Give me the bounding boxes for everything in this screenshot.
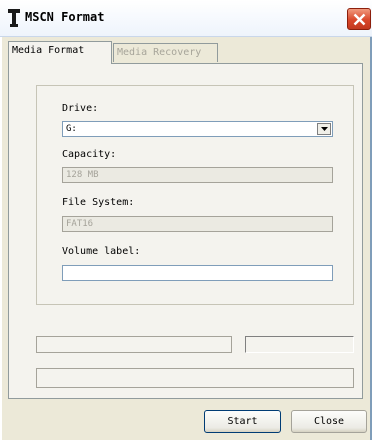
drive-label: Drive: [62, 103, 99, 114]
progress-bar [36, 336, 232, 353]
tab-media-format-label: Media Format [12, 45, 85, 56]
status-message-bar [36, 368, 354, 388]
tab-media-recovery-label: Media Recovery [117, 47, 202, 58]
format-dialog: MSCN Format Media Format Media Recovery … [0, 0, 372, 440]
tab-media-recovery[interactable]: Media Recovery [113, 43, 218, 62]
volume-label-input[interactable] [62, 265, 333, 281]
capacity-label: Capacity: [62, 149, 117, 160]
status-field [245, 336, 354, 353]
title-bar[interactable]: MSCN Format [0, 0, 372, 37]
tool-icon [8, 9, 20, 27]
start-button[interactable]: Start [204, 410, 281, 433]
filesystem-field: FAT16 [62, 216, 333, 232]
drive-select-value: G: [66, 124, 77, 134]
drive-select[interactable]: G: [62, 121, 333, 137]
chevron-down-icon [321, 127, 328, 131]
filesystem-label: File System: [62, 197, 135, 208]
window-border-left [0, 37, 2, 440]
close-window-button[interactable] [347, 8, 371, 30]
start-button-label: Start [227, 416, 258, 427]
close-button-label: Close [313, 416, 345, 427]
tab-media-format[interactable]: Media Format [8, 41, 112, 64]
dropdown-button[interactable] [317, 123, 331, 135]
filesystem-value: FAT16 [66, 219, 94, 229]
window-title: MSCN Format [25, 10, 105, 24]
volume-label-label: Volume label: [62, 246, 141, 257]
close-button[interactable]: Close [291, 410, 367, 433]
close-icon [353, 13, 366, 26]
capacity-value: 128 MB [66, 170, 99, 180]
capacity-field: 128 MB [62, 167, 333, 183]
